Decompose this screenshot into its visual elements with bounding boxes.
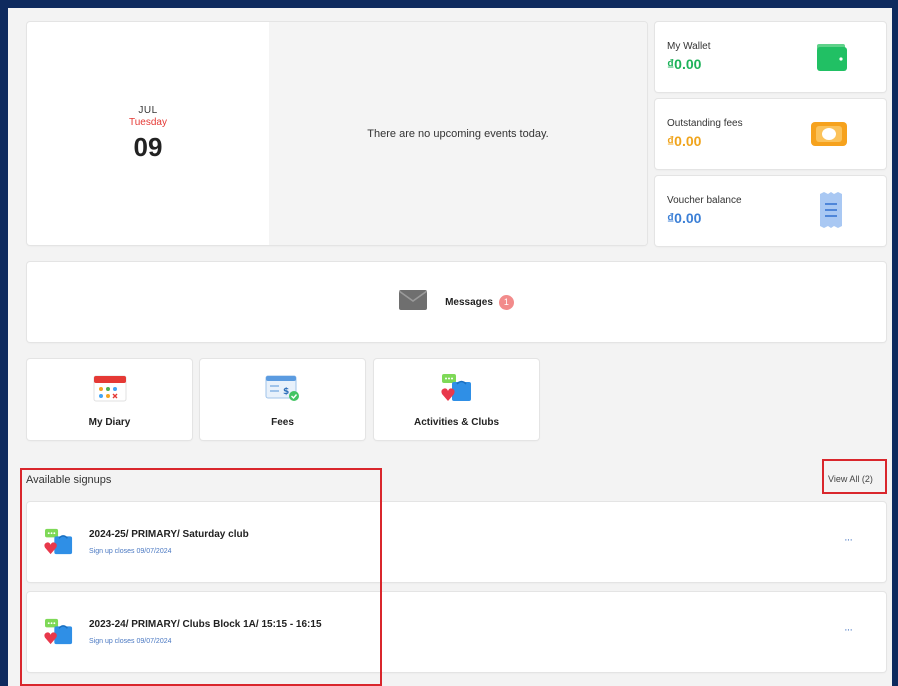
wallet-amount: ₫0.00 bbox=[667, 56, 702, 72]
signup-closes-date: Sign up closes 09/07/2024 bbox=[89, 638, 172, 645]
messages-label: Messages bbox=[445, 296, 493, 308]
invoice-icon: $ bbox=[265, 373, 301, 403]
signup-title: 2024-25/ PRIMARY/ Saturday club bbox=[89, 529, 249, 540]
more-options-button[interactable]: ··· bbox=[844, 534, 853, 546]
clubs-icon bbox=[43, 618, 75, 651]
date-month: JUL bbox=[138, 104, 158, 116]
signup-closes-date: Sign up closes 09/07/2024 bbox=[89, 548, 172, 555]
signup-item[interactable]: 2024-25/ PRIMARY/ Saturday club Sign up … bbox=[27, 502, 886, 582]
wallet-icon bbox=[816, 42, 848, 77]
view-all-link[interactable]: View All (2) bbox=[828, 474, 873, 484]
clubs-icon bbox=[440, 373, 474, 403]
tile-my-diary[interactable]: My Diary bbox=[27, 359, 192, 440]
date-number: 09 bbox=[133, 131, 163, 162]
receipt-icon bbox=[818, 192, 844, 233]
available-signups-title: Available signups bbox=[26, 474, 112, 486]
wallet-label: My Wallet bbox=[667, 41, 711, 52]
signup-item[interactable]: 2023-24/ PRIMARY/ Clubs Block 1A/ 15:15 … bbox=[27, 592, 886, 672]
messages-card[interactable]: Messages 1 bbox=[27, 262, 886, 342]
clubs-icon bbox=[43, 528, 75, 561]
events-panel: There are no upcoming events today. bbox=[269, 22, 647, 245]
outstanding-fees-card[interactable]: Outstanding fees ₫0.00 bbox=[655, 99, 886, 169]
tile-fees[interactable]: $ Fees bbox=[200, 359, 365, 440]
voucher-balance-card[interactable]: Voucher balance ₫0.00 bbox=[655, 176, 886, 246]
tile-activities-clubs-label: Activities & Clubs bbox=[413, 417, 500, 428]
date-weekday: Tuesday bbox=[129, 116, 167, 128]
banknote-icon bbox=[810, 121, 848, 152]
no-events-text: There are no upcoming events today. bbox=[367, 127, 549, 140]
tile-activities-clubs[interactable]: Activities & Clubs bbox=[374, 359, 539, 440]
messages-count-badge: 1 bbox=[498, 294, 514, 310]
signup-title: 2023-24/ PRIMARY/ Clubs Block 1A/ 15:15 … bbox=[89, 619, 322, 630]
tile-fees-label: Fees bbox=[271, 417, 294, 428]
envelope-icon bbox=[398, 289, 428, 315]
calendar-icon bbox=[93, 373, 127, 403]
date-panel: JUL Tuesday 09 bbox=[27, 22, 269, 245]
today-card: JUL Tuesday 09 There are no upcoming eve… bbox=[27, 22, 647, 245]
voucher-balance-label: Voucher balance bbox=[667, 195, 742, 206]
svg-text:$: $ bbox=[283, 387, 289, 397]
more-options-button[interactable]: ··· bbox=[844, 624, 853, 636]
wallet-card[interactable]: My Wallet ₫0.00 bbox=[655, 22, 886, 92]
voucher-balance-amount: ₫0.00 bbox=[667, 210, 702, 226]
dashboard: JUL Tuesday 09 There are no upcoming eve… bbox=[8, 8, 892, 686]
tile-my-diary-label: My Diary bbox=[88, 417, 131, 428]
outstanding-fees-label: Outstanding fees bbox=[667, 118, 743, 129]
outstanding-fees-amount: ₫0.00 bbox=[667, 133, 702, 149]
